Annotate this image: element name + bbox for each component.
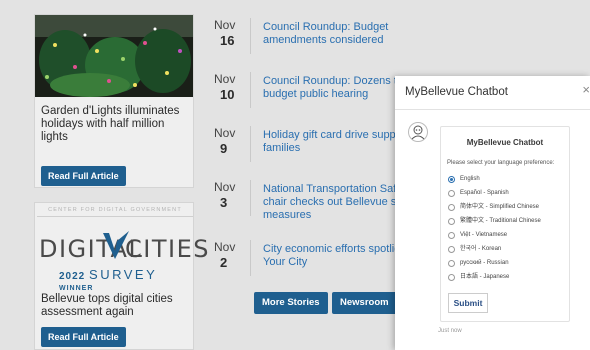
badge-word-cities: CITIES xyxy=(125,235,210,263)
page-background: Garden d'Lights illuminates holidays wit… xyxy=(0,0,590,350)
news-date: Nov 16 xyxy=(214,18,242,48)
radio-button[interactable] xyxy=(448,260,455,267)
badge-year: 2022 xyxy=(59,271,86,282)
language-prompt: Please select your language preference: xyxy=(447,160,555,166)
chatbot-panel: MyBellevue Chatbot × MyBellevue Chatbot … xyxy=(395,76,590,350)
news-month: Nov xyxy=(214,180,236,194)
newsroom-button[interactable]: Newsroom xyxy=(332,292,397,314)
option-label: русский - Russian xyxy=(460,260,509,266)
option-label: Español - Spanish xyxy=(460,190,509,196)
news-date: Nov 3 xyxy=(214,180,242,210)
radio-button[interactable] xyxy=(448,190,455,197)
chatbot-header: MyBellevue Chatbot × xyxy=(395,76,590,110)
date-divider xyxy=(250,240,251,276)
news-month: Nov xyxy=(214,18,236,32)
option-label: 简体中文 - Simplified Chinese xyxy=(460,204,540,210)
news-day: 2 xyxy=(220,255,228,270)
news-date: Nov 9 xyxy=(214,126,242,156)
language-option-korean[interactable]: 한국어 - Korean xyxy=(448,245,570,257)
check-mark-icon xyxy=(103,231,129,259)
radio-button[interactable] xyxy=(448,232,455,239)
message-timestamp: Just now xyxy=(438,328,462,334)
digital-cities-logo: DIGITAL CITIES xyxy=(39,231,208,265)
radio-button[interactable] xyxy=(448,274,455,281)
news-day: 9 xyxy=(220,141,228,156)
news-day: 3 xyxy=(220,195,228,210)
language-option-traditional-chinese[interactable]: 繁體中文 - Traditional Chinese xyxy=(448,217,570,229)
date-divider xyxy=(250,180,251,216)
story-title[interactable]: Garden d'Lights illuminates holidays wit… xyxy=(41,105,193,144)
news-day: 10 xyxy=(220,87,235,102)
story-card-digital-cities: CENTER FOR DIGITAL GOVERNMENT DIGITAL CI… xyxy=(34,202,208,350)
news-month: Nov xyxy=(214,240,236,254)
chatbot-title: MyBellevue Chatbot xyxy=(405,86,508,98)
news-day: 16 xyxy=(220,33,235,48)
language-option-japanese[interactable]: 日本語 - Japanese xyxy=(448,273,570,285)
news-date: Nov 2 xyxy=(214,240,242,270)
badge-winner: WINNER xyxy=(59,285,94,292)
option-label: 日本語 - Japanese xyxy=(460,274,510,280)
bubble-title: MyBellevue Chatbot xyxy=(466,138,544,147)
badge-org-label: CENTER FOR DIGITAL GOVERNMENT xyxy=(37,207,193,217)
badge-survey: SURVEY xyxy=(89,267,158,282)
news-month: Nov xyxy=(214,126,236,140)
radio-button[interactable] xyxy=(448,204,455,211)
news-date: Nov 10 xyxy=(214,72,242,102)
language-option-vietnamese[interactable]: Việt - Vietnamese xyxy=(448,231,570,243)
radio-button[interactable] xyxy=(448,218,455,225)
submit-button[interactable]: Submit xyxy=(448,293,488,313)
date-divider xyxy=(250,18,251,54)
read-full-article-button[interactable]: Read Full Article xyxy=(41,327,126,347)
close-icon[interactable]: × xyxy=(582,82,590,97)
date-divider xyxy=(250,72,251,108)
story-title[interactable]: Bellevue tops digital cities assessment … xyxy=(41,293,193,319)
language-option-simplified-chinese[interactable]: 简体中文 - Simplified Chinese xyxy=(448,203,570,215)
option-label: Việt - Vietnamese xyxy=(460,232,508,238)
option-label: 한국어 - Korean xyxy=(460,246,502,252)
language-option-spanish[interactable]: Español - Spanish xyxy=(448,189,570,201)
news-headline-link[interactable]: Council Roundup: Budget amendments consi… xyxy=(263,21,453,47)
date-divider xyxy=(250,126,251,162)
bot-avatar-icon xyxy=(408,122,428,142)
badge-subtitle: 2022 SURVEY WINNER xyxy=(59,267,193,293)
more-stories-button[interactable]: More Stories xyxy=(254,292,328,314)
option-label: 繁體中文 - Traditional Chinese xyxy=(460,218,541,224)
language-select-bubble: MyBellevue Chatbot Please select your la… xyxy=(440,126,570,322)
garden-lights-image xyxy=(35,15,193,97)
news-item: Nov 16 Council Roundup: Budget amendment… xyxy=(214,18,454,58)
language-option-english[interactable]: English xyxy=(448,175,570,187)
radio-button[interactable] xyxy=(448,176,455,183)
news-month: Nov xyxy=(214,72,236,86)
read-full-article-button[interactable]: Read Full Article xyxy=(41,166,126,186)
radio-button[interactable] xyxy=(448,246,455,253)
option-label: English xyxy=(460,176,480,182)
story-card-garden: Garden d'Lights illuminates holidays wit… xyxy=(34,14,194,188)
language-option-russian[interactable]: русский - Russian xyxy=(448,259,570,271)
